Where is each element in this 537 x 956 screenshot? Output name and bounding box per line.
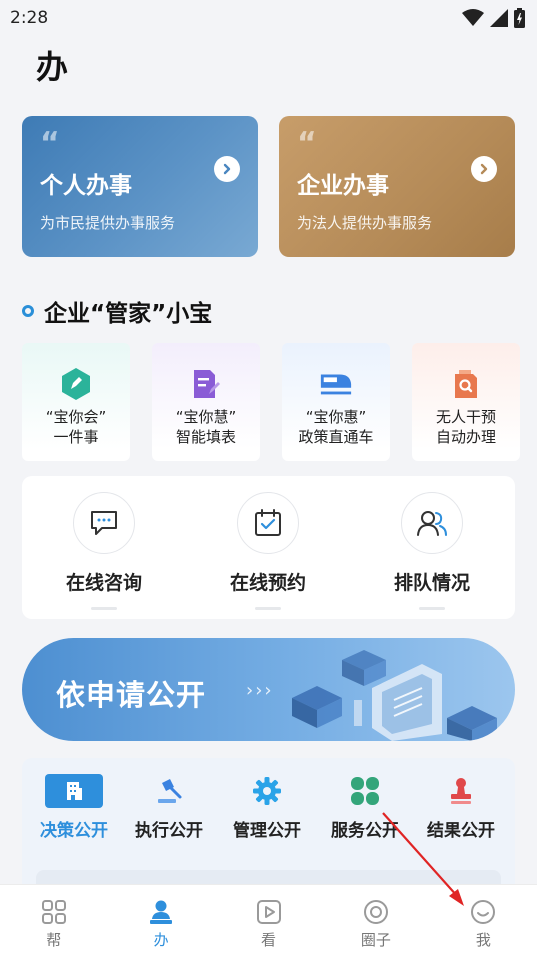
people-icon xyxy=(401,492,463,554)
stamp-icon xyxy=(432,774,490,808)
bottom-navigation: 帮 办 看 圈子 我 xyxy=(0,884,537,956)
status-bar: 2:28 xyxy=(0,0,537,36)
services-card: 在线咨询 在线预约 排队情况 xyxy=(22,476,515,619)
wifi-icon xyxy=(462,9,484,26)
tile-line1: “宝你会” xyxy=(45,408,107,426)
service-underline xyxy=(419,607,445,610)
nav-item-help[interactable]: 帮 xyxy=(0,885,107,956)
banner-title: 依申请公开 xyxy=(56,678,207,712)
section-header: 企业“管家”小宝 xyxy=(22,294,212,328)
section-title: 企业“管家”小宝 xyxy=(44,301,213,327)
form-edit-icon xyxy=(189,367,223,401)
train-icon xyxy=(319,367,353,401)
quote-mark-icon: “ xyxy=(40,126,60,161)
calendar-check-icon xyxy=(237,492,299,554)
tab-label: 结果公开 xyxy=(427,821,495,841)
building-icon xyxy=(45,774,103,808)
feature-tile-policy-train[interactable]: “宝你惠” 政策直通车 xyxy=(282,343,390,461)
enterprise-affairs-card[interactable]: “ 企业办事 为法人提供办事服务 xyxy=(279,116,515,257)
nav-label: 我 xyxy=(475,931,491,949)
tab-execution-disclosure[interactable]: 执行公开 xyxy=(120,774,218,841)
nav-item-me[interactable]: 我 xyxy=(430,885,537,956)
nav-label: 看 xyxy=(261,931,277,949)
feature-tile-auto-process[interactable]: 无人干预 自动办理 xyxy=(412,343,520,461)
public-disclosure-panel: 决策公开 执行公开 管理公开 服务公开 结果公开 xyxy=(22,758,515,910)
battery-icon xyxy=(514,8,525,28)
isometric-illustration-icon xyxy=(292,650,497,741)
service-underline xyxy=(91,607,117,610)
hexagon-pen-icon xyxy=(59,367,93,401)
card-title: 企业办事 xyxy=(297,173,389,199)
card-subtitle: 为市民提供办事服务 xyxy=(40,214,176,232)
tab-label: 管理公开 xyxy=(233,821,301,841)
tab-decision-disclosure[interactable]: 决策公开 xyxy=(25,774,123,841)
tab-management-disclosure[interactable]: 管理公开 xyxy=(218,774,316,841)
card-title: 个人办事 xyxy=(40,173,132,199)
personal-affairs-card[interactable]: “ 个人办事 为市民提供办事服务 xyxy=(22,116,258,257)
tab-service-disclosure[interactable]: 服务公开 xyxy=(316,774,414,841)
gear-icon xyxy=(238,774,296,808)
service-underline xyxy=(255,607,281,610)
smile-icon xyxy=(471,900,496,924)
page: 2:28 办 “ 个人办事 为市民提供办事服务 “ 企业办事 为法人提供办事服务… xyxy=(0,0,537,956)
feature-tile-smart-form[interactable]: “宝你慧” 智能填表 xyxy=(152,343,260,461)
service-label: 排队情况 xyxy=(393,572,470,594)
nav-item-handle[interactable]: 办 xyxy=(107,885,214,956)
tile-line2: 一件事 xyxy=(53,428,99,446)
clover-icon xyxy=(336,774,394,808)
service-label: 在线预约 xyxy=(229,572,306,594)
gavel-icon xyxy=(140,774,198,808)
card-subtitle: 为法人提供办事服务 xyxy=(297,214,433,232)
grid-icon xyxy=(41,900,66,924)
section-dot-icon xyxy=(22,305,34,317)
service-label: 在线咨询 xyxy=(65,572,142,594)
queue-status-button[interactable]: 排队情况 xyxy=(372,492,492,610)
tab-label: 执行公开 xyxy=(135,821,203,841)
disclosure-request-banner[interactable]: 依申请公开 ››› xyxy=(22,638,515,741)
tile-line2: 自动办理 xyxy=(435,428,496,446)
tile-line1: “宝你惠” xyxy=(305,408,367,426)
tab-result-disclosure[interactable]: 结果公开 xyxy=(412,774,510,841)
nav-label: 圈子 xyxy=(360,931,391,949)
tile-line1: “宝你慧” xyxy=(175,408,237,426)
circle-target-icon xyxy=(363,900,388,924)
system-icons xyxy=(462,8,525,28)
online-consult-button[interactable]: 在线咨询 xyxy=(44,492,164,610)
nav-label: 办 xyxy=(153,931,169,949)
tab-label: 服务公开 xyxy=(331,821,399,841)
play-icon xyxy=(256,900,281,924)
tile-line2: 政策直通车 xyxy=(298,428,374,446)
online-booking-button[interactable]: 在线预约 xyxy=(208,492,328,610)
chevron-right-icon[interactable] xyxy=(214,156,240,182)
page-title: 办 xyxy=(36,48,69,86)
quote-mark-icon: “ xyxy=(297,126,317,161)
tile-line2: 智能填表 xyxy=(175,428,236,446)
chevron-right-icon[interactable] xyxy=(471,156,497,182)
person-desk-icon xyxy=(150,900,173,924)
tile-line1: 无人干预 xyxy=(435,408,496,426)
nav-label: 帮 xyxy=(46,931,62,949)
feature-tile-one-thing[interactable]: “宝你会” 一件事 xyxy=(22,343,130,461)
tab-label: 决策公开 xyxy=(40,821,108,841)
signal-icon xyxy=(490,9,508,27)
nav-item-circle[interactable]: 圈子 xyxy=(322,885,429,956)
nav-item-watch[interactable]: 看 xyxy=(215,885,322,956)
document-search-icon xyxy=(449,367,483,401)
chat-icon xyxy=(73,492,135,554)
status-time: 2:28 xyxy=(10,8,49,28)
